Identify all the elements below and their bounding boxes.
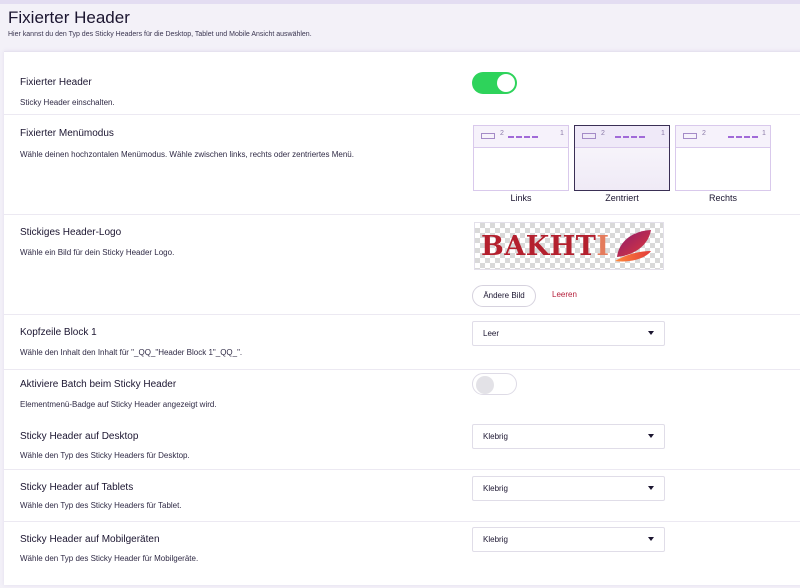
change-image-button[interactable]: Ändere Bild [472, 285, 536, 307]
menu-mode-option-rechts[interactable]: 2 1 [675, 125, 771, 191]
row-header-logo: Stickiges Header-Logo Wähle ein Bild für… [4, 215, 800, 315]
desktop-desc: Wähle den Typ des Sticky Headers für Des… [20, 451, 190, 460]
row-header-block-1: Kopfzeile Block 1 Wähle den Inhalt den I… [4, 315, 800, 370]
toggle-knob [497, 74, 515, 92]
mode-num-right: 1 [762, 130, 766, 137]
logo-wordmark: BAKHTI [481, 231, 610, 262]
block1-label: Kopfzeile Block 1 [20, 327, 97, 338]
batch-label: Aktiviere Batch beim Sticky Header [20, 379, 177, 390]
mobile-label: Sticky Header auf Mobilgeräten [20, 534, 160, 545]
menu-mode-label-links: Links [510, 193, 532, 203]
tablets-desc: Wähle den Typ des Sticky Headers für Tab… [20, 501, 182, 510]
desktop-select[interactable]: Klebrig [472, 424, 665, 449]
caret-down-icon [648, 434, 654, 438]
mode-num-right: 1 [560, 130, 564, 137]
logo-placeholder-icon [582, 133, 596, 139]
block1-select-value: Leer [483, 329, 500, 338]
mode-num-right: 1 [661, 130, 665, 137]
mode-header-bar: 2 1 [474, 126, 568, 148]
batch-toggle[interactable] [472, 373, 517, 395]
row-mobile: Sticky Header auf Mobilgeräten Wähle den… [4, 522, 800, 586]
row-sticky-header: Fixierter Header Sticky Header einschalt… [4, 52, 800, 115]
logo-placeholder-icon [481, 133, 495, 139]
page-title: Fixierter Header [8, 8, 130, 27]
batch-desc: Elementmenü-Badge auf Sticky Header ange… [20, 400, 217, 409]
mobile-select[interactable]: Klebrig [472, 527, 665, 552]
menu-mode-label-zentriert: Zentriert [605, 193, 639, 203]
caret-down-icon [648, 537, 654, 541]
menu-dash-icon [728, 136, 758, 138]
settings-card: Fixierter Header Sticky Header einschalt… [4, 51, 800, 585]
caret-down-icon [648, 486, 654, 490]
desktop-label: Sticky Header auf Desktop [20, 431, 139, 442]
logo-leaf-icon [615, 230, 651, 262]
mode-header-bar: 2 1 [575, 126, 669, 148]
clear-image-button[interactable]: Leeren [552, 290, 577, 299]
page-subtitle: Hier kannst du den Typ des Sticky Header… [8, 31, 312, 38]
menu-mode-option-zentriert[interactable]: 2 1 [574, 125, 670, 191]
menu-dash-icon [508, 136, 538, 138]
menu-dash-icon [615, 136, 645, 138]
logo-label: Stickiges Header-Logo [20, 227, 122, 238]
caret-down-icon [648, 331, 654, 335]
logo-placeholder-icon [683, 133, 697, 139]
block1-desc: Wähle den Inhalt den Inhalt für "_QQ_"He… [20, 348, 243, 357]
mode-num-left: 2 [702, 130, 706, 137]
mobile-select-value: Klebrig [483, 535, 508, 544]
toggle-knob [476, 376, 494, 394]
row-batch: Aktiviere Batch beim Sticky Header Eleme… [4, 370, 800, 418]
menu-mode-option-links[interactable]: 2 1 [473, 125, 569, 191]
menu-mode-label-rechts: Rechts [708, 193, 737, 203]
block1-select[interactable]: Leer [472, 321, 665, 346]
menu-mode-label: Fixierter Menümodus [20, 128, 114, 139]
row-desktop: Sticky Header auf Desktop Wähle den Typ … [4, 418, 800, 470]
tablets-select-value: Klebrig [483, 484, 508, 493]
menu-mode-desc: Wähle deinen hochzontalen Menümodus. Wäh… [20, 150, 354, 159]
mode-header-bar: 2 1 [676, 126, 770, 148]
logo-desc: Wähle ein Bild für dein Sticky Header Lo… [20, 248, 175, 257]
sticky-header-desc: Sticky Header einschalten. [20, 98, 115, 107]
mobile-desc: Wähle den Typ des Sticky Header für Mobi… [20, 554, 199, 563]
mode-num-left: 2 [601, 130, 605, 137]
tablets-select[interactable]: Klebrig [472, 476, 665, 501]
tablets-label: Sticky Header auf Tablets [20, 482, 134, 493]
row-tablets: Sticky Header auf Tablets Wähle den Typ … [4, 470, 800, 522]
sticky-header-label: Fixierter Header [20, 77, 92, 88]
desktop-select-value: Klebrig [483, 432, 508, 441]
top-strip [0, 0, 800, 4]
logo-preview-image: BAKHTI [474, 222, 664, 270]
sticky-header-toggle[interactable] [472, 72, 517, 94]
mode-num-left: 2 [500, 130, 504, 137]
